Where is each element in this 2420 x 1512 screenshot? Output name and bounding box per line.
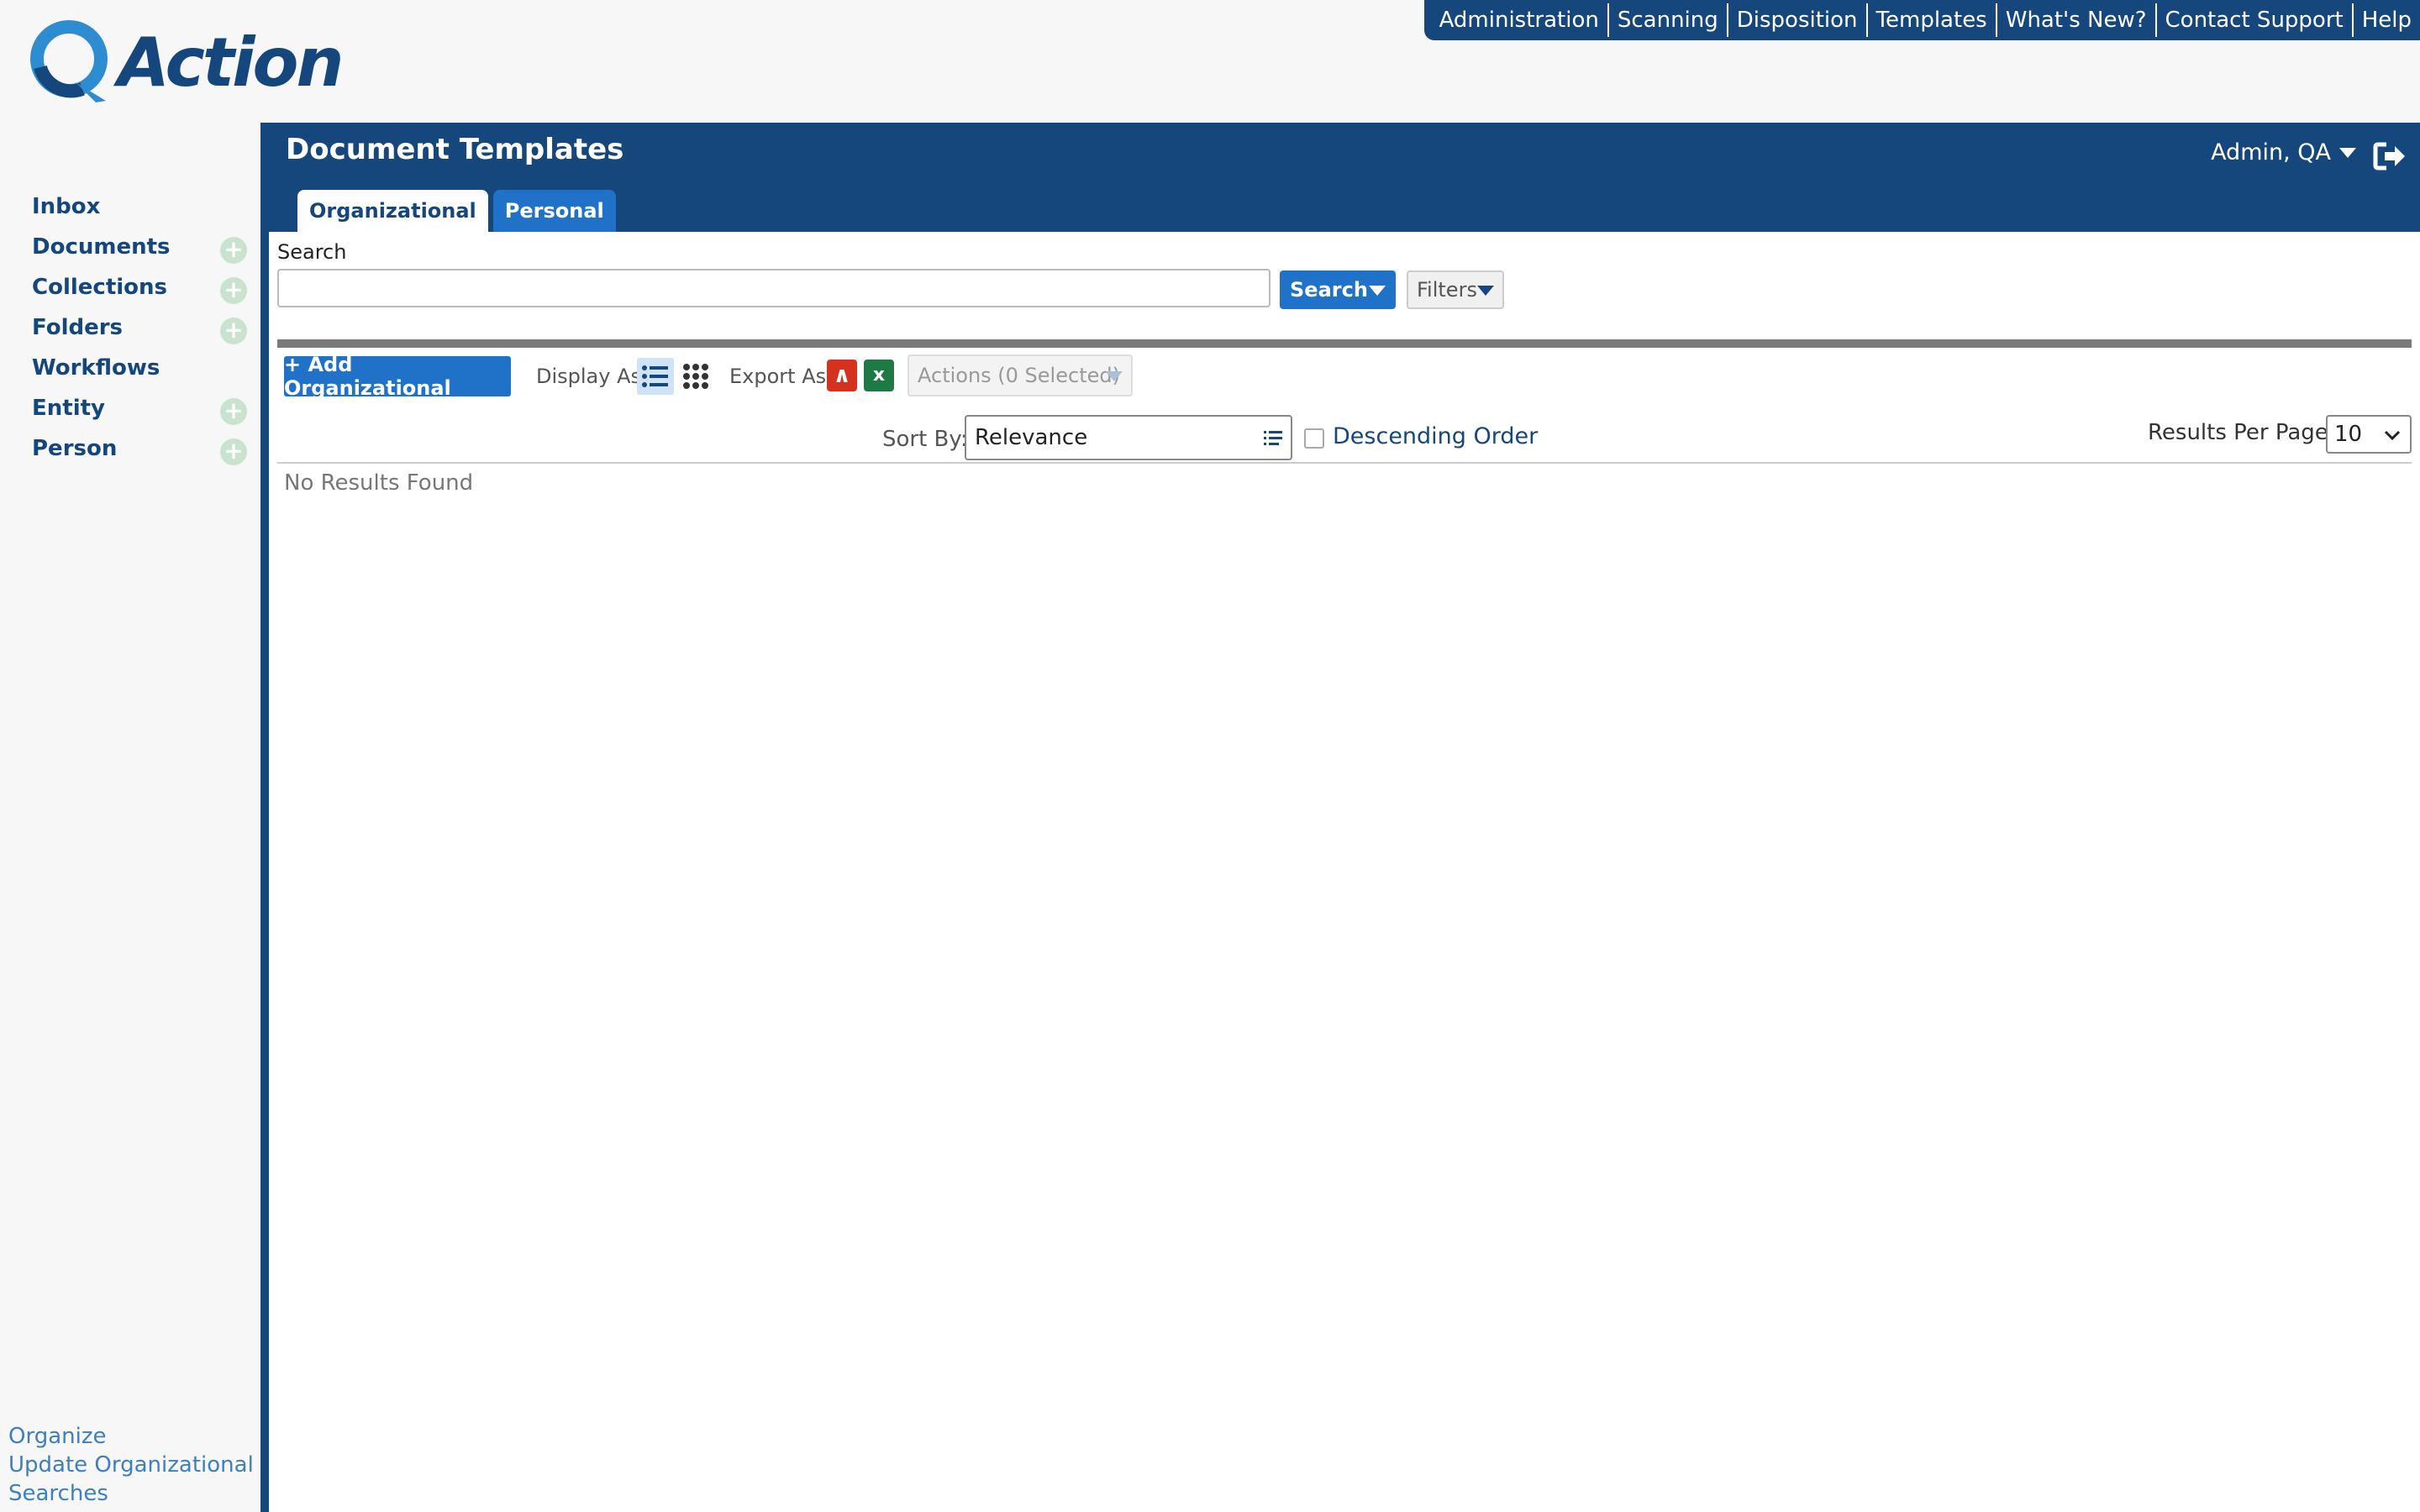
sidebar-item-label[interactable]: Folders [32,315,123,340]
actions-label[interactable]: Actions (0 Selected) [918,364,1120,387]
searches-link[interactable]: Searches [8,1479,260,1508]
sidebar-item-label[interactable]: Entity [32,396,105,421]
main-header: Document Templates Admin, QA Organizatio… [260,123,2420,232]
logout-icon[interactable] [2373,141,2407,171]
nav-templates[interactable]: Templates [1865,3,1996,37]
organize-link[interactable]: Organize [8,1422,260,1451]
sidebar-item-label[interactable]: Workflows [32,355,160,381]
search-input[interactable] [277,269,1270,307]
results-per-page-label: Results Per Page: [2148,420,2336,445]
tabs: Organizational Personal [297,190,616,232]
sort-list-icon[interactable] [1262,428,1284,449]
sort-by-select[interactable]: Relevance [965,415,1292,460]
nav-scanning[interactable]: Scanning [1607,3,1727,37]
user-name[interactable]: Admin, QA [2211,139,2331,165]
page-title: Document Templates [286,133,624,166]
sidebar-item-inbox[interactable]: Inbox [0,186,260,227]
chevron-down-icon[interactable] [1477,286,1494,296]
list-view-icon[interactable] [637,358,674,395]
add-organizational-button[interactable]: + Add Organizational [284,353,511,400]
tab-personal[interactable]: Personal [492,190,616,232]
nav-disposition[interactable]: Disposition [1726,3,1866,37]
nav-whats-new[interactable]: What's New? [1995,3,2155,37]
add-entity-icon[interactable]: + [220,398,247,425]
no-results-message: No Results Found [284,470,474,496]
add-person-icon[interactable]: + [220,438,247,465]
sidebar: Inbox Documents + Collections + Folders … [0,186,260,469]
chevron-down-icon[interactable] [2383,427,2402,444]
sidebar-item-entity[interactable]: Entity + [0,388,260,428]
results-per-page-value[interactable]: 10 [2334,422,2362,447]
app-logo[interactable]: Action [30,18,344,102]
tab-organizational[interactable]: Organizational [297,190,488,232]
search-button[interactable]: Search [1280,270,1396,309]
filters-button-label[interactable]: Filters [1417,278,1477,302]
divider [277,339,2412,348]
display-as-label: Display As [536,365,642,388]
actions-dropdown[interactable]: Actions (0 Selected) [908,354,1133,396]
user-menu[interactable]: Admin, QA [2211,139,2356,165]
excel-icon[interactable]: x [864,360,894,391]
export-as-label: Export As [729,365,827,388]
sidebar-bottom-links: Organize Update Organizational Searches [8,1422,260,1508]
descending-order-label[interactable]: Descending Order [1333,423,1538,449]
descending-order-checkbox[interactable] [1304,428,1324,449]
main-panel: Document Templates Admin, QA Organizatio… [260,123,2420,1512]
add-folder-icon[interactable]: + [220,318,247,344]
sort-by-value[interactable]: Relevance [975,425,1087,450]
search-button-label[interactable]: Search [1290,278,1368,302]
chevron-down-icon[interactable] [1106,371,1123,381]
top-nav: Administration Scanning Disposition Temp… [1423,0,2420,40]
chevron-down-icon[interactable] [2339,147,2356,158]
results-per-page-select[interactable]: 10 [2326,415,2412,454]
divider [277,462,2412,464]
logo-text: Action [118,24,344,102]
sidebar-item-label[interactable]: Person [32,436,117,461]
add-collection-icon[interactable]: + [220,277,247,304]
sidebar-item-collections[interactable]: Collections + [0,267,260,307]
chevron-down-icon[interactable] [1369,286,1386,296]
nav-contact-support[interactable]: Contact Support [2154,3,2352,37]
sidebar-item-person[interactable]: Person + [0,428,260,469]
sidebar-item-documents[interactable]: Documents + [0,227,260,267]
sidebar-item-label[interactable]: Documents [32,234,171,260]
grid-view-icon[interactable] [677,358,714,395]
filters-button[interactable]: Filters [1407,270,1504,309]
add-document-icon[interactable]: + [220,237,247,264]
sidebar-item-label[interactable]: Collections [32,275,167,300]
search-label: Search [277,240,347,264]
logo-q-icon [30,20,108,102]
sidebar-item-workflows[interactable]: Workflows [0,348,260,388]
nav-administration[interactable]: Administration [1431,3,1607,37]
nav-help[interactable]: Help [2351,3,2420,37]
sidebar-item-folders[interactable]: Folders + [0,307,260,348]
update-organizational-link[interactable]: Update Organizational [8,1451,260,1479]
sidebar-item-label[interactable]: Inbox [32,194,100,219]
sort-by-label: Sort By: [882,427,968,452]
pdf-icon[interactable]: ∧ [827,360,857,391]
